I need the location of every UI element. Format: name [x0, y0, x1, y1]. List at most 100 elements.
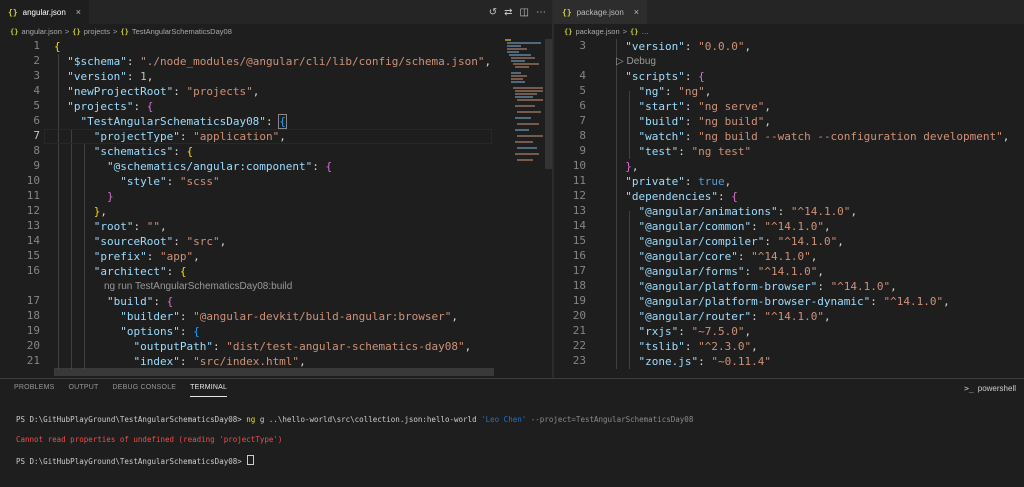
code-line: "zone.js": "~0.11.4" [638, 355, 771, 368]
line-number: 5 [33, 99, 40, 112]
minimap[interactable] [505, 39, 545, 179]
breadcrumb-item[interactable]: angular.json [21, 27, 61, 36]
json-file-icon: {} [564, 27, 573, 36]
code-line: "test": "ng test" [638, 145, 752, 158]
code-line: "builder": "@angular-devkit/build-angula… [120, 310, 458, 323]
json-key: "start" [638, 100, 685, 113]
more-actions-icon[interactable]: ⋯ [536, 7, 546, 18]
tab-terminal[interactable]: TERMINAL [190, 379, 228, 397]
json-string: "app" [159, 250, 194, 263]
code-line: "scripts": { [625, 70, 705, 83]
line-number: 7 [33, 129, 40, 142]
terminal-prompt: PS D:\GitHubPlayGround\TestAngularSchema… [16, 415, 247, 424]
json-key: "scripts" [625, 70, 685, 83]
json-file-icon: {} [562, 7, 572, 17]
close-icon[interactable]: × [76, 7, 81, 17]
tab-output[interactable]: OUTPUT [69, 379, 99, 397]
terminal-line: PS D:\GitHubPlayGround\TestAngularSchema… [16, 415, 693, 425]
breadcrumb-item[interactable]: projects [84, 27, 110, 36]
terminal-flag: --project=TestAngularSchematicsDay08 [526, 415, 694, 424]
line-number: 6 [33, 114, 40, 127]
json-key: "TestAngularSchematicsDay08" [80, 115, 266, 128]
code-line: "root": "", [93, 220, 167, 233]
code-line: "$schema": "./node_modules/@angular/cli/… [67, 55, 492, 68]
json-key: "dependencies" [625, 190, 718, 203]
line-number: 11 [26, 189, 40, 202]
code-area[interactable]: 1 2 3 4 5 6 7 8 9 10 11 12 13 14 15 16 1… [0, 39, 552, 378]
code-line: "projects": { [67, 100, 154, 113]
codelens-debug[interactable]: ▷ Debug [616, 56, 656, 67]
json-string: "" [146, 220, 160, 233]
line-number: 9 [33, 159, 40, 172]
line-number: 9 [579, 144, 586, 157]
codelens-run-build[interactable]: ng run TestAngularSchematicsDay08:build [104, 281, 292, 292]
json-key: "options" [120, 325, 180, 338]
json-string: "scss" [179, 175, 220, 188]
json-key: "@angular/compiler" [638, 235, 765, 248]
json-key: "ng" [638, 85, 666, 98]
right-tab-bar: {} package.json × [554, 0, 1024, 24]
bottom-panel: PROBLEMS OUTPUT DEBUG CONSOLE TERMINAL >… [0, 378, 1024, 468]
line-number: 21 [572, 324, 586, 337]
line-number: 16 [572, 249, 586, 262]
code-line: "outputPath": "dist/test-angular-schemat… [133, 340, 472, 353]
code-area[interactable]: 3 4 5 6 7 8 9 10 11 12 13 14 15 16 17 18… [554, 39, 1024, 378]
code-line: }, [625, 160, 639, 173]
code-line: "build": "ng build", [638, 115, 771, 128]
horizontal-scrollbar[interactable] [54, 368, 494, 376]
breadcrumb-item[interactable]: TestAngularSchematicsDay08 [132, 27, 232, 36]
json-string: "./node_modules/@angular/cli/lib/config/… [140, 55, 485, 68]
tab-problems[interactable]: PROBLEMS [14, 379, 55, 397]
json-key: "$schema" [67, 55, 127, 68]
json-key: "projects" [67, 100, 134, 113]
line-number: 18 [572, 279, 586, 292]
json-string: "0.0.0" [698, 40, 745, 53]
code-line: "watch": "ng build --watch --configurati… [638, 130, 1010, 143]
line-number: 7 [579, 114, 586, 127]
code-line: "@angular/core": "^14.1.0", [638, 250, 818, 263]
terminal-cursor [247, 455, 255, 465]
line-number: 17 [26, 294, 40, 307]
terminal-instance[interactable]: >_ powershell [964, 379, 1016, 397]
compare-icon[interactable]: ⇄ [504, 7, 512, 18]
json-key: "rxjs" [638, 325, 679, 338]
json-string: "@angular-devkit/build-angular:browser" [193, 310, 452, 323]
history-icon[interactable]: ↺ [489, 7, 497, 18]
breadcrumb-separator: > [622, 27, 628, 36]
line-number: 22 [572, 339, 586, 352]
breadcrumb-item[interactable]: … [641, 27, 649, 36]
json-key: "projectType" [93, 130, 180, 143]
code-line: "options": { [120, 325, 200, 338]
json-key: "prefix" [93, 250, 147, 263]
line-number: 19 [26, 324, 40, 337]
code-line: "rxjs": "~7.5.0", [638, 325, 752, 338]
split-editor-icon[interactable]: ◫ [520, 7, 529, 18]
tab-label: angular.json [22, 7, 66, 17]
vertical-scrollbar[interactable] [545, 39, 552, 169]
code-line: "@angular/platform-browser-dynamic": "^1… [638, 295, 950, 308]
tab-debug-console[interactable]: DEBUG CONSOLE [112, 379, 176, 397]
json-key: "version" [625, 40, 685, 53]
json-string: "~0.11.4" [711, 355, 771, 368]
json-string: "ng build" [698, 115, 765, 128]
json-string: "ng test" [691, 145, 752, 158]
line-number: 10 [26, 174, 40, 187]
close-icon[interactable]: × [634, 7, 639, 17]
json-string: "^14.1.0" [790, 205, 851, 218]
line-number: 18 [26, 309, 40, 322]
code-line: "@angular/forms": "^14.1.0", [638, 265, 824, 278]
editor-actions: ↺ ⇄ ◫ ⋯ [489, 0, 546, 24]
code-line: }, [93, 205, 107, 218]
json-file-icon: {} [8, 7, 18, 17]
breadcrumb-item[interactable]: package.json [575, 27, 619, 36]
code-line: "ng": "ng", [638, 85, 712, 98]
terminal-output[interactable]: PS D:\GitHubPlayGround\TestAngularSchema… [16, 405, 693, 487]
json-string: "src/index.html" [193, 355, 300, 368]
json-key: "build" [638, 115, 685, 128]
tab-angular-json[interactable]: {} angular.json × [0, 0, 90, 24]
code-line: "prefix": "app", [93, 250, 200, 263]
code-line: "tslib": "^2.3.0", [638, 340, 758, 353]
json-key: "@angular/common" [638, 220, 752, 233]
tab-package-json[interactable]: {} package.json × [554, 0, 648, 24]
code-line: } [106, 190, 114, 203]
